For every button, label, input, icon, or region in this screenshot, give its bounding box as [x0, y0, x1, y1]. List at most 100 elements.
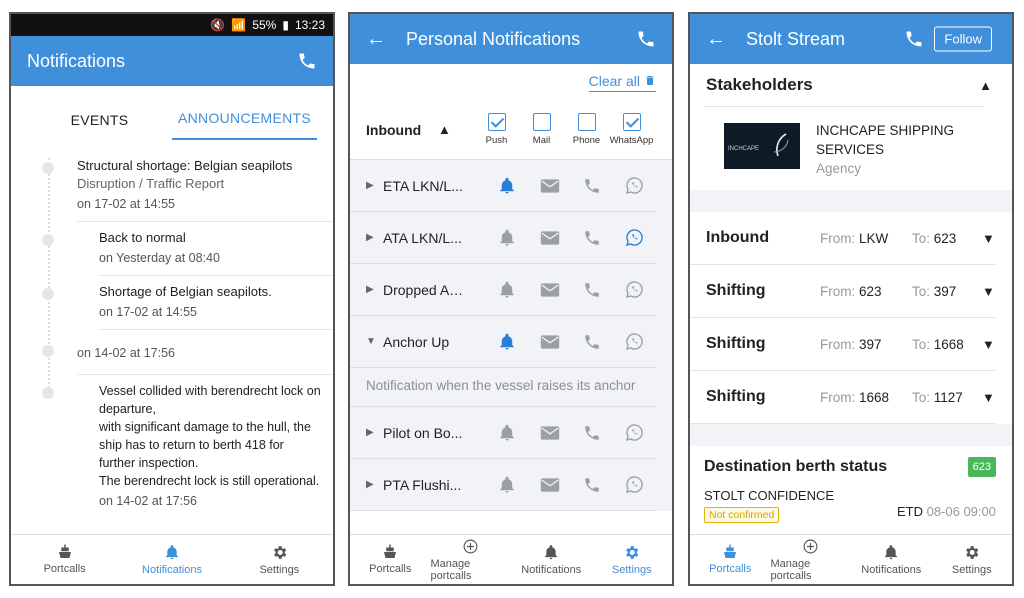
notification-description: Notification when the vessel raises its … — [350, 368, 656, 407]
caret-right-icon[interactable]: ▶ — [366, 427, 383, 438]
bottom-nav: Portcalls Manage portcalls Notifications… — [350, 534, 672, 584]
whatsapp-icon[interactable] — [614, 280, 657, 299]
channel-push[interactable]: Push — [474, 113, 519, 146]
mail-icon[interactable] — [529, 178, 572, 194]
channel-label: Push — [485, 135, 508, 146]
divider — [690, 190, 1012, 212]
caret-right-icon[interactable]: ▶ — [366, 232, 383, 243]
back-arrow-icon[interactable]: ← — [366, 28, 386, 51]
phone-icon[interactable] — [297, 51, 317, 71]
caret-right-icon[interactable]: ▶ — [366, 479, 383, 490]
follow-button[interactable]: Follow — [934, 26, 992, 52]
notification-row[interactable]: ▶ Dropped An... — [350, 264, 656, 316]
mail-icon[interactable] — [529, 282, 572, 298]
bell-icon[interactable] — [486, 333, 529, 351]
nav-notifications[interactable]: Notifications — [851, 535, 932, 584]
from-label: From: — [820, 283, 856, 299]
caret-down-icon[interactable]: ▼ — [982, 337, 995, 352]
destination-row[interactable]: STOLT CONFIDENCE Not confirmed ETD 08-06… — [690, 488, 1012, 523]
notification-row[interactable]: ▶ Pilot on Bo... — [350, 407, 656, 459]
mail-icon[interactable] — [529, 425, 572, 441]
caret-down-icon[interactable]: ▼ — [982, 390, 995, 405]
whatsapp-icon[interactable] — [614, 176, 657, 195]
mail-icon[interactable] — [529, 334, 572, 350]
inbound-section-header[interactable]: Inbound ▲ Push Mail Phone WhatsApp — [350, 100, 672, 160]
clear-all-label: Clear all — [588, 72, 640, 89]
whatsapp-checkbox[interactable] — [622, 113, 641, 131]
notification-row[interactable]: ▼ Anchor Up — [350, 316, 656, 368]
bell-icon[interactable] — [486, 281, 529, 299]
whatsapp-icon[interactable] — [614, 423, 657, 442]
notification-row[interactable]: ▶ ETA LKN/L... — [350, 160, 656, 212]
movement-row[interactable]: Shifting From: 397 To: 1668 ▼ — [690, 318, 996, 371]
bell-icon[interactable] — [486, 229, 529, 247]
mail-checkbox[interactable] — [532, 113, 551, 131]
tab-events[interactable]: EVENTS — [27, 112, 172, 140]
channel-whatsapp[interactable]: WhatsApp — [609, 113, 654, 146]
announcement-item[interactable]: on 14-02 at 17:56 — [42, 330, 333, 375]
movement-to: To: 623 — [912, 231, 982, 246]
phone-icon[interactable] — [571, 281, 614, 299]
bell-icon[interactable] — [486, 177, 529, 195]
nav-manage-portcalls[interactable]: Manage portcalls — [431, 535, 512, 584]
caret-up-icon[interactable]: ▲ — [438, 122, 474, 137]
caret-up-icon[interactable]: ▲ — [979, 78, 992, 93]
phone-icon[interactable] — [571, 333, 614, 351]
announcement-item[interactable]: Shortage of Belgian seapilots. on 17-02 … — [42, 276, 333, 330]
push-checkbox[interactable] — [487, 113, 506, 131]
whatsapp-icon[interactable] — [614, 332, 657, 351]
movement-row[interactable]: Inbound From: LKW To: 623 ▼ — [690, 212, 996, 265]
phone-icon[interactable] — [571, 177, 614, 195]
phone-icon[interactable] — [636, 29, 656, 49]
caret-down-icon[interactable]: ▼ — [982, 284, 995, 299]
nav-notifications[interactable]: Notifications — [511, 535, 592, 584]
whatsapp-icon[interactable] — [614, 228, 657, 247]
nav-settings[interactable]: Settings — [592, 535, 673, 584]
announcement-date: on Yesterday at 08:40 — [99, 251, 220, 265]
phone-icon[interactable] — [571, 424, 614, 442]
caret-down-icon[interactable]: ▼ — [366, 336, 383, 347]
stakeholder-card[interactable]: INCHCAPE INCHCAPE SHIPPING SERVICES Agen… — [704, 106, 984, 190]
notification-row[interactable]: ▶ PTA Flushi... — [350, 459, 656, 511]
nav-manage-portcalls[interactable]: Manage portcalls — [771, 535, 852, 584]
phone-icon[interactable] — [571, 476, 614, 494]
mail-icon[interactable] — [529, 230, 572, 246]
bell-icon[interactable] — [486, 424, 529, 442]
announcement-item[interactable]: Back to normal on Yesterday at 08:40 — [42, 222, 333, 276]
nav-portcalls[interactable]: Portcalls — [11, 535, 118, 584]
announcement-title: Structural shortage: Belgian seapilots — [77, 158, 293, 173]
mail-icon[interactable] — [529, 477, 572, 493]
caret-down-icon[interactable]: ▼ — [982, 231, 995, 246]
tab-announcements[interactable]: ANNOUNCEMENTS — [172, 110, 317, 140]
bell-icon[interactable] — [486, 476, 529, 494]
movement-row[interactable]: Shifting From: 1668 To: 1127 ▼ — [690, 371, 996, 424]
channel-phone[interactable]: Phone — [564, 113, 609, 146]
channel-mail[interactable]: Mail — [519, 113, 564, 146]
timeline-dot — [42, 162, 54, 174]
caret-right-icon[interactable]: ▶ — [366, 180, 383, 191]
clear-all-button[interactable]: Clear all — [588, 72, 656, 92]
nav-settings[interactable]: Settings — [932, 535, 1013, 584]
phone-icon[interactable] — [904, 29, 924, 49]
timeline-dot — [42, 345, 54, 357]
movement-to: To: 1127 — [912, 390, 982, 405]
announcement-date: on 17-02 at 14:55 — [77, 197, 175, 211]
stakeholders-header[interactable]: Stakeholders ▲ — [690, 64, 1012, 106]
announcement-item[interactable]: Structural shortage: Belgian seapilots D… — [42, 150, 333, 222]
ship-icon — [58, 544, 71, 558]
back-arrow-icon[interactable]: ← — [706, 28, 726, 51]
nav-portcalls[interactable]: Portcalls — [350, 535, 431, 584]
movement-from: From: LKW — [820, 231, 912, 246]
whatsapp-icon[interactable] — [614, 475, 657, 494]
announcement-item[interactable]: Vessel collided with berendrecht lock on… — [42, 375, 333, 518]
movement-row[interactable]: Shifting From: 623 To: 397 ▼ — [690, 265, 996, 318]
nav-portcalls[interactable]: Portcalls — [690, 535, 771, 584]
caret-right-icon[interactable]: ▶ — [366, 284, 383, 295]
channel-label: WhatsApp — [609, 135, 654, 146]
phone-icon[interactable] — [571, 229, 614, 247]
nav-notifications[interactable]: Notifications — [118, 535, 225, 584]
phone-checkbox[interactable] — [577, 113, 596, 131]
nav-settings[interactable]: Settings — [226, 535, 333, 584]
bell-icon — [885, 544, 898, 559]
notification-row[interactable]: ▶ ATA LKN/L... — [350, 212, 656, 264]
